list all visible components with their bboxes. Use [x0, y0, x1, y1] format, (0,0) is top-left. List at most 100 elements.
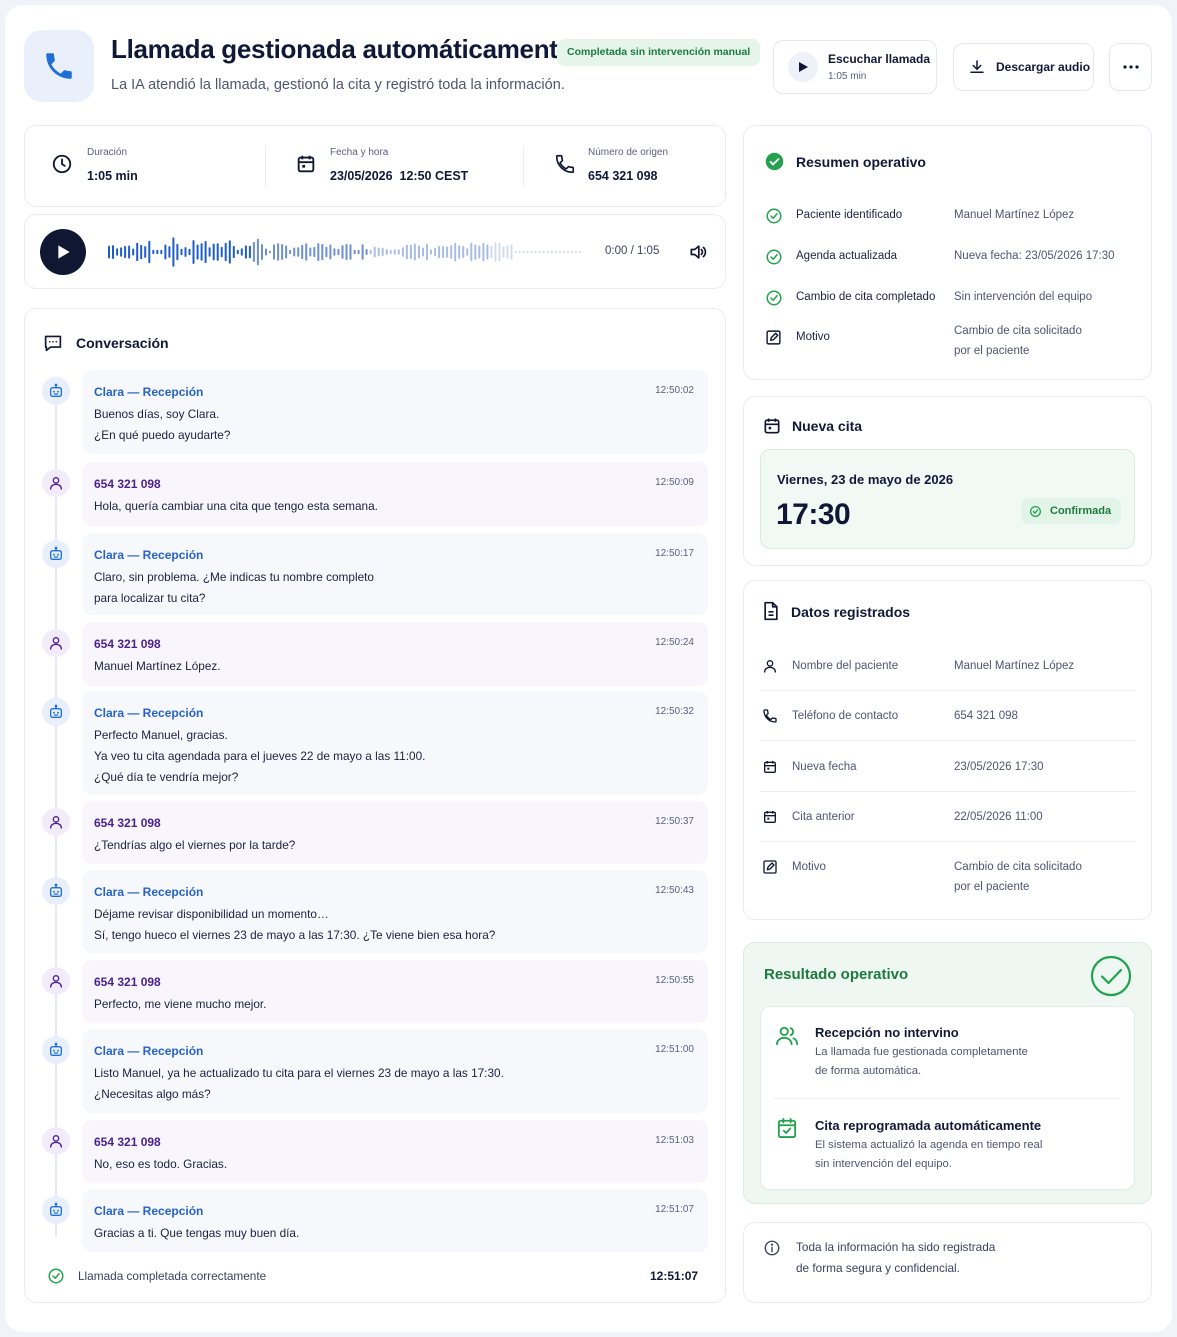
waveform-bar: [337, 248, 340, 256]
message-text: ¿En qué puedo ayudarte?: [94, 428, 231, 442]
message-sender: 654 321 098: [94, 816, 161, 830]
message-text: No, eso es todo. Gracias.: [94, 1157, 228, 1171]
waveform-bar: [494, 242, 497, 262]
waveform-bar: [188, 248, 191, 256]
appointment-time: 17:30: [776, 498, 851, 531]
clock-icon: [51, 153, 73, 175]
waveform-bar: [490, 245, 493, 259]
waveform-bar: [438, 245, 441, 259]
waveform-bar: [152, 249, 155, 255]
message-text: Manuel Martínez López.: [94, 659, 221, 673]
conversation-title: Conversación: [76, 335, 169, 351]
message-text: ¿Tendrías algo el viernes por la tarde?: [94, 838, 296, 852]
confirmed-badge: Confirmada: [1021, 498, 1122, 524]
waveform-bar: [345, 243, 348, 261]
summary-row-value: por el paciente: [954, 345, 1030, 357]
message-text: ¿Necesitas algo más?: [94, 1087, 211, 1101]
message-time: 12:50:32: [655, 706, 694, 717]
registered-row-value: por el paciente: [954, 881, 1030, 893]
message-text: Ya veo tu cita agendada para el jueves 2…: [94, 749, 426, 763]
waveform-bar: [305, 243, 308, 261]
info-icon: [763, 1239, 781, 1257]
divider: [760, 791, 1135, 792]
user-icon: [762, 658, 778, 674]
waveform-bar: [381, 247, 384, 256]
download-audio-label: Descargar audio: [996, 60, 1091, 74]
divider: [760, 841, 1135, 842]
waveform-bar: [180, 248, 183, 256]
summary-title: Resumen operativo: [796, 154, 926, 170]
listen-call-button[interactable]: Escuchar llamada 1:05 min: [773, 40, 937, 94]
volume-icon[interactable]: [688, 242, 708, 262]
waveform-bar: [321, 243, 324, 261]
summary-row-label: Agenda actualizada: [796, 250, 898, 262]
waveform-bar: [256, 238, 259, 266]
waveform-bar: [224, 242, 227, 262]
waveform-bar: [285, 245, 288, 259]
waveform-bar: [514, 250, 517, 254]
user-icon: [50, 637, 62, 650]
result-title: Resultado operativo: [764, 966, 909, 983]
message-sender: 654 321 098: [94, 477, 161, 491]
message-time: 12:50:24: [655, 637, 694, 648]
message-time: 12:50:55: [655, 975, 694, 986]
waveform-bar: [518, 250, 521, 254]
calendar-check-icon: [777, 1117, 797, 1139]
caller-avatar: [42, 469, 70, 497]
waveform-bar: [112, 245, 114, 259]
audio-waveform[interactable]: [107, 237, 582, 267]
document-icon: [762, 601, 780, 621]
download-audio-button[interactable]: Descargar audio: [953, 43, 1094, 91]
message-time: 12:50:43: [655, 885, 694, 896]
waveform-bar: [293, 247, 296, 257]
waveform-bar: [450, 245, 453, 259]
waveform-bar: [486, 244, 489, 260]
waveform-bar: [502, 246, 505, 258]
waveform-bar: [542, 250, 545, 254]
appointment-box: Viernes, 23 de mayo de 2026 17:30 Confir…: [760, 449, 1135, 549]
waveform-bar: [446, 246, 449, 258]
waveform-bar: [530, 250, 533, 254]
waveform-bar: [526, 250, 529, 254]
message-sender: Clara — Recepción: [94, 1204, 204, 1218]
result-item-text: de forma automática.: [815, 1065, 922, 1077]
waveform-bar: [301, 244, 304, 260]
registered-row-label: Teléfono de contacto: [792, 710, 899, 722]
assistant-avatar: [42, 698, 70, 726]
waveform-bar: [566, 250, 569, 254]
waveform-bar: [418, 245, 420, 259]
status-badge: Completada sin intervención manual: [557, 39, 761, 66]
chat-bubble-icon: [43, 334, 63, 352]
waveform-bar: [200, 243, 203, 261]
message-item: Clara — Recepción 12:50:17 Claro, sin prob…: [82, 533, 708, 615]
result-item-title: Recepción no intervino: [815, 1025, 959, 1040]
message-item: Clara — Recepción 12:50:32 Perfecto Manuel…: [82, 691, 708, 795]
confirmed-label: Confirmada: [1050, 505, 1112, 517]
result-item-text: La llamada fue gestionada completamente: [815, 1046, 1028, 1058]
message-text: ¿Qué día te vendría mejor?: [94, 770, 239, 784]
message-time: 12:51:07: [655, 1204, 694, 1215]
summary-row-label: Cambio de cita completado: [796, 291, 936, 303]
caller-avatar: [42, 629, 70, 657]
waveform-bar: [373, 246, 376, 258]
result-item-text: El sistema actualizó la agenda en tiempo…: [815, 1139, 1043, 1151]
origin-number-label: Número de origen: [588, 147, 669, 158]
user-icon: [50, 975, 62, 988]
check-circle-icon: [765, 207, 783, 225]
waveform-bar: [208, 247, 211, 257]
summary-row-value: Cambio de cita solicitado: [954, 325, 1082, 337]
waveform-bar: [474, 244, 477, 260]
waveform-bar: [168, 246, 171, 258]
waveform-bar: [184, 247, 187, 257]
message-text: Sí, tengo hueco el viernes 23 de mayo a …: [94, 928, 496, 942]
waveform-bar: [478, 245, 481, 259]
waveform-bar: [244, 245, 247, 259]
message-text: Déjame revisar disponibilidad un momento…: [94, 907, 329, 921]
waveform-bar: [196, 244, 199, 260]
waveform-bar: [422, 247, 424, 257]
result-items-box: Recepción no intervino La llamada fue ge…: [760, 1006, 1135, 1190]
more-options-button[interactable]: [1109, 43, 1152, 91]
waveform-bar: [232, 245, 235, 259]
listen-call-duration: 1:05 min: [828, 71, 867, 82]
play-button[interactable]: [40, 229, 86, 275]
